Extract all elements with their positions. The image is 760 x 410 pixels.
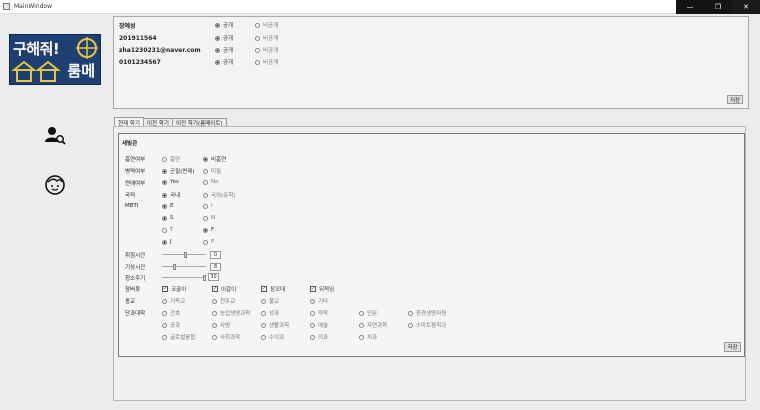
mbti-f-radio[interactable]: F xyxy=(203,227,214,233)
maximize-button[interactable]: ❐ xyxy=(704,0,732,14)
college-radio[interactable]: 간호 xyxy=(162,309,180,317)
smoking-label: 흡연여부 xyxy=(125,157,146,163)
mbti-i-radio[interactable]: I xyxy=(203,203,213,209)
private-radio[interactable]: 비공개 xyxy=(255,34,278,42)
religion-label: 종교 xyxy=(125,299,136,305)
window-title: MainWindow xyxy=(14,3,52,10)
cleaning-cycle-value[interactable]: 30 xyxy=(208,273,219,281)
nationality-label: 국적 xyxy=(125,193,136,199)
wake-time-value[interactable]: 8 xyxy=(210,263,221,271)
public-radio[interactable]: 공개 xyxy=(215,34,255,42)
cleaning-cycle-label: 청소주기 xyxy=(125,276,146,282)
mbti-e-radio[interactable]: E xyxy=(162,203,173,209)
profile-row: 201911564 공개 비공개 xyxy=(119,33,278,43)
college-radio[interactable]: 농업생명과학 xyxy=(212,309,250,317)
dating-no-radio[interactable]: No xyxy=(203,179,218,185)
mbti-label: MBTI xyxy=(125,203,139,209)
college-radio[interactable]: 의과 xyxy=(310,333,328,341)
military-not-radio[interactable]: 미필 xyxy=(203,167,221,175)
dorm-name: 새빛관 xyxy=(122,141,138,147)
military-label: 병역여부 xyxy=(125,169,146,175)
user-search-icon[interactable] xyxy=(44,125,66,145)
mbti-n-radio[interactable]: N xyxy=(203,215,215,221)
app-logo: 구해줘! 룸메 xyxy=(9,34,101,85)
domestic-radio[interactable]: 국내 xyxy=(162,191,180,199)
military-done-radio[interactable]: 군필(면제) xyxy=(162,167,195,175)
houses-icon xyxy=(12,60,61,82)
foreign-radio[interactable]: 국외(유학) xyxy=(203,191,236,199)
preferences-save-button[interactable]: 저장 xyxy=(724,342,741,352)
mbti-s-radio[interactable]: S xyxy=(162,215,174,221)
sleep-time-value[interactable]: 0 xyxy=(210,251,221,259)
wake-time-slider[interactable] xyxy=(162,264,206,270)
face-icon[interactable] xyxy=(44,174,66,196)
public-radio[interactable]: 공개 xyxy=(215,46,255,54)
religion-radio[interactable]: 기독교 xyxy=(162,297,185,305)
smoking-no-radio[interactable]: 비흡연 xyxy=(203,155,226,163)
title-bar: MainWindow — ❐ ✕ xyxy=(0,0,760,14)
teeth-grinding-checkbox[interactable]: ✓ 이갈이 xyxy=(212,285,236,293)
mbti-j-radio[interactable]: J xyxy=(162,239,172,245)
profile-row: 0101234567 공개 비공개 xyxy=(119,57,278,67)
college-radio[interactable]: 스마트팜학과 xyxy=(408,321,446,329)
logo-line-2: 룸메 xyxy=(67,62,95,80)
college-radio[interactable]: 생활과학 xyxy=(261,321,289,329)
religion-radio[interactable]: 불교 xyxy=(261,297,279,305)
close-button[interactable]: ✕ xyxy=(732,0,760,14)
profile-student-id: 201911564 xyxy=(119,34,157,42)
wake-time-label: 기상시간 xyxy=(125,265,146,271)
religion-radio[interactable]: 기타 xyxy=(310,297,328,305)
college-radio[interactable]: 환경생명자원 xyxy=(408,309,446,317)
habits-label: 잠버릇 xyxy=(125,287,141,293)
college-radio[interactable]: 글로벌융합 xyxy=(162,333,195,341)
profile-row: zha1230231@naver.com 공개 비공개 xyxy=(119,45,278,55)
sleep-time-label: 취침시간 xyxy=(125,253,146,259)
private-radio[interactable]: 비공개 xyxy=(255,46,278,54)
college-radio[interactable]: 인문 xyxy=(359,309,377,317)
college-radio[interactable]: 상과 xyxy=(261,309,279,317)
college-radio[interactable]: 수의과 xyxy=(261,333,284,341)
religion-radio[interactable]: 천주교 xyxy=(212,297,235,305)
college-radio[interactable]: 치과 xyxy=(359,333,377,341)
sleep-talking-checkbox[interactable]: ✓ 잠꼬대 xyxy=(261,285,285,293)
app-icon xyxy=(3,3,10,10)
profile-save-button[interactable]: 저장 xyxy=(727,95,743,104)
smoking-yes-radio[interactable]: 흡연 xyxy=(162,155,180,163)
college-radio[interactable]: 사회과학 xyxy=(212,333,240,341)
public-radio[interactable]: 공개 xyxy=(215,58,255,66)
snoring-checkbox[interactable]: ✓ 코골이 xyxy=(162,285,186,293)
tossing-checkbox[interactable]: ✓ 뒤척임 xyxy=(310,285,334,293)
cleaning-cycle-slider[interactable] xyxy=(162,275,206,281)
sleep-time-slider[interactable] xyxy=(162,252,206,258)
dating-yes-radio[interactable]: Yes xyxy=(162,179,179,185)
college-radio[interactable]: 공과 xyxy=(162,321,180,329)
dating-label: 연애여부 xyxy=(125,181,146,187)
profile-phone: 0101234567 xyxy=(119,58,161,66)
college-label: 단과대학 xyxy=(125,311,146,317)
college-radio[interactable]: 약학 xyxy=(310,309,328,317)
profile-row: 장예성 공개 비공개 xyxy=(119,20,278,30)
profile-email: zha1230231@naver.com xyxy=(119,46,201,54)
college-radio[interactable]: 자연과학 xyxy=(359,321,387,329)
public-radio[interactable]: 공개 xyxy=(215,21,255,29)
logo-line-1: 구해줘! xyxy=(13,39,60,58)
college-radio[interactable]: 예술 xyxy=(310,321,328,329)
college-radio[interactable]: 사범 xyxy=(212,321,230,329)
target-icon xyxy=(76,37,98,59)
private-radio[interactable]: 비공개 xyxy=(255,58,278,66)
mbti-t-radio[interactable]: T xyxy=(162,227,173,233)
mbti-p-radio[interactable]: P xyxy=(203,239,214,245)
private-radio[interactable]: 비공개 xyxy=(255,21,278,29)
minimize-button[interactable]: — xyxy=(676,0,704,14)
profile-name: 장예성 xyxy=(119,22,136,30)
